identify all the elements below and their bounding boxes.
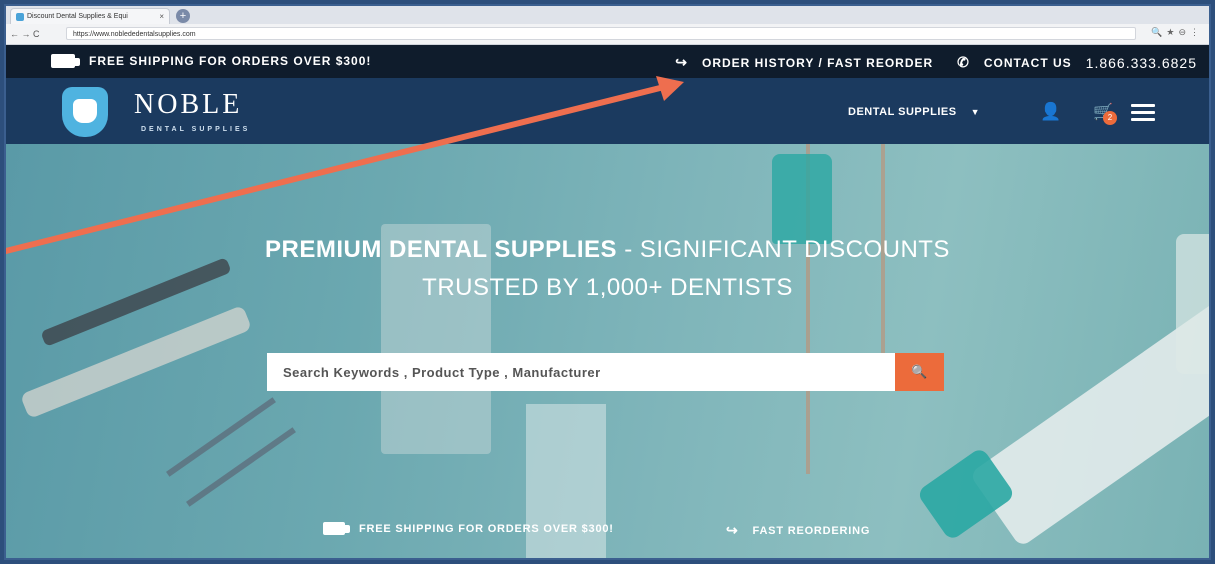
search-button[interactable]: 🔍 xyxy=(895,353,944,391)
site-header: NOBLE DENTAL SUPPLIES DENTAL SUPPLIES ▼ … xyxy=(6,78,1209,144)
search-input[interactable] xyxy=(267,353,895,391)
syringe-image xyxy=(19,304,253,420)
free-shipping-text: FREE SHIPPING FOR ORDERS OVER $300! xyxy=(89,54,372,68)
reorder-arrow-icon: ↪ xyxy=(726,522,739,538)
browser-toolbar-icons[interactable]: 🔍★⊖⋮ xyxy=(1151,27,1203,38)
feature-fast-reordering: ↪ FAST REORDERING xyxy=(726,522,870,539)
hero-headline-rest: - SIGNIFICANT DISCOUNTS xyxy=(617,236,950,263)
hamburger-menu-icon[interactable] xyxy=(1131,100,1155,125)
hero-banner: PREMIUM DENTAL SUPPLIES - SIGNIFICANT DI… xyxy=(6,144,1209,558)
top-promo-bar: FREE SHIPPING FOR ORDERS OVER $300! ↪ OR… xyxy=(6,45,1209,78)
dental-file-image xyxy=(186,427,296,507)
phone-number[interactable]: 1.866.333.6825 xyxy=(1086,55,1197,71)
reorder-arrow-icon: ↪ xyxy=(675,54,689,70)
cartridge-image xyxy=(969,290,1209,548)
url-field[interactable]: https://www.noblededentalsupplies.com xyxy=(66,27,1136,40)
tab-close-icon[interactable]: × xyxy=(159,12,164,21)
new-tab-button[interactable]: + xyxy=(176,9,190,23)
address-bar-row: ← → C https://www.noblededentalsupplies.… xyxy=(6,24,1209,45)
bead-chain-image xyxy=(881,144,885,384)
feature-reorder-text: FAST REORDERING xyxy=(752,524,871,537)
feature-shipping-text: FREE SHIPPING FOR ORDERS OVER $300! xyxy=(359,522,614,535)
logo-name[interactable]: NOBLE xyxy=(134,89,242,121)
hero-headline: PREMIUM DENTAL SUPPLIES - SIGNIFICANT DI… xyxy=(6,236,1209,264)
tab-title: Discount Dental Supplies & Equi xyxy=(27,13,128,20)
order-history-link[interactable]: ORDER HISTORY / FAST REORDER xyxy=(702,56,933,70)
logo-subtitle: DENTAL SUPPLIES xyxy=(141,126,251,133)
truck-icon xyxy=(51,54,80,68)
browser-tab[interactable]: Discount Dental Supplies & Equi × xyxy=(10,8,170,24)
hero-subheadline: TRUSTED BY 1,000+ DENTISTS xyxy=(422,274,793,301)
search-bar: 🔍 xyxy=(267,353,944,391)
free-shipping-notice: FREE SHIPPING FOR ORDERS OVER $300! xyxy=(51,54,371,68)
favicon-icon xyxy=(16,12,24,21)
browser-nav-buttons[interactable]: ← → C xyxy=(6,29,44,39)
user-account-icon[interactable]: 👤 xyxy=(1040,102,1061,122)
chevron-down-icon: ▼ xyxy=(970,107,980,117)
feature-free-shipping: FREE SHIPPING FOR ORDERS OVER $300! xyxy=(323,522,614,535)
hero-headline-bold: PREMIUM DENTAL SUPPLIES xyxy=(265,236,618,263)
search-icon: 🔍 xyxy=(911,364,928,379)
screenshot-frame: Discount Dental Supplies & Equi × + ← → … xyxy=(6,6,1209,558)
phone-icon: ✆ xyxy=(957,54,970,70)
browser-tabstrip: Discount Dental Supplies & Equi × + xyxy=(6,6,1209,25)
teal-cap-image xyxy=(772,154,832,244)
topbar-links: ↪ ORDER HISTORY / FAST REORDER ✆ CONTACT… xyxy=(675,54,1197,71)
dental-file-image xyxy=(166,397,276,477)
truck-icon xyxy=(323,522,350,535)
cart-count-badge: 2 xyxy=(1103,111,1117,125)
dental-supplies-label: DENTAL SUPPLIES xyxy=(848,106,957,118)
dental-supplies-menu[interactable]: DENTAL SUPPLIES ▼ xyxy=(848,106,980,118)
tooth-logo-icon[interactable] xyxy=(62,87,108,137)
contact-us-link[interactable]: CONTACT US xyxy=(984,56,1072,70)
